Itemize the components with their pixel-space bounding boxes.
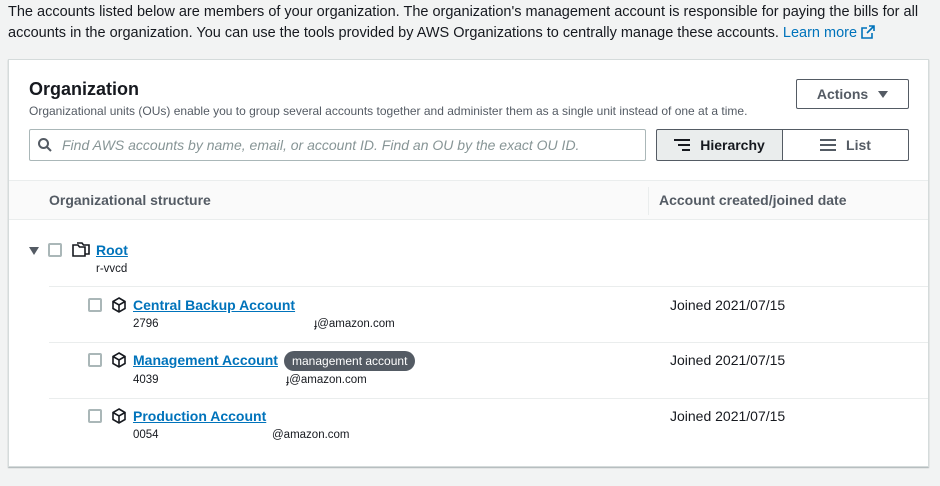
- search-box[interactable]: [29, 129, 646, 161]
- hierarchy-label: Hierarchy: [700, 137, 765, 153]
- external-link-icon: [861, 25, 875, 39]
- joined-date: Joined 2021/07/15: [670, 352, 786, 368]
- panel-title: Organization: [29, 79, 140, 99]
- hierarchy-icon: [674, 139, 691, 151]
- view-toggle: Hierarchy List: [656, 129, 909, 161]
- actions-label: Actions: [816, 86, 869, 102]
- col-structure-header[interactable]: Organizational structure: [49, 192, 211, 208]
- joined-date: Joined 2021/07/15: [670, 297, 786, 313]
- actions-button[interactable]: Actions: [796, 79, 909, 109]
- account-email: ɟ@amazon.com: [314, 318, 395, 330]
- row-divider: [49, 342, 928, 343]
- list-view-button[interactable]: List: [783, 129, 909, 161]
- account-box-icon: [112, 352, 126, 368]
- organization-panel: Organization Organizational units (OUs) …: [8, 59, 929, 467]
- account-box-icon: [112, 297, 126, 313]
- account-email: @amazon.com: [272, 429, 350, 441]
- hierarchy-view-button[interactable]: Hierarchy: [656, 129, 783, 161]
- row-divider: [49, 398, 928, 399]
- expand-caret-icon[interactable]: [29, 247, 39, 255]
- account-checkbox[interactable]: [88, 353, 102, 367]
- root-checkbox[interactable]: [48, 243, 62, 257]
- account-email: ɟ@amazon.com: [286, 374, 367, 386]
- caret-down-icon: [878, 90, 889, 98]
- intro-body: The accounts listed below are members of…: [8, 4, 919, 41]
- search-icon: [38, 138, 52, 152]
- panel-description: Organizational units (OUs) enable you to…: [29, 104, 748, 118]
- table-header: Organizational structure Account created…: [9, 180, 928, 220]
- account-box-icon: [112, 408, 126, 424]
- management-account-badge: management account: [284, 351, 416, 371]
- list-icon: [820, 139, 837, 151]
- intro-text: The accounts listed below are members of…: [8, 2, 928, 44]
- column-divider: [648, 187, 649, 215]
- account-id: 2796: [133, 318, 159, 330]
- account-checkbox[interactable]: [88, 409, 102, 423]
- account-link[interactable]: Production Account: [133, 408, 266, 424]
- root-link[interactable]: Root: [96, 242, 128, 258]
- root-id: r-vvcd: [96, 263, 128, 275]
- account-id: 4039: [133, 374, 159, 386]
- learn-more-link[interactable]: Learn more: [783, 25, 875, 41]
- col-date-header[interactable]: Account created/joined date: [659, 192, 846, 208]
- row-divider: [49, 286, 928, 287]
- account-link[interactable]: Central Backup Account: [133, 297, 295, 313]
- account-link[interactable]: Management Account: [133, 352, 278, 368]
- list-label: List: [846, 137, 871, 153]
- joined-date: Joined 2021/07/15: [670, 408, 786, 424]
- search-input[interactable]: [62, 137, 632, 153]
- account-checkbox[interactable]: [88, 298, 102, 312]
- folder-icon: [72, 242, 90, 257]
- account-id: 0054: [133, 429, 159, 441]
